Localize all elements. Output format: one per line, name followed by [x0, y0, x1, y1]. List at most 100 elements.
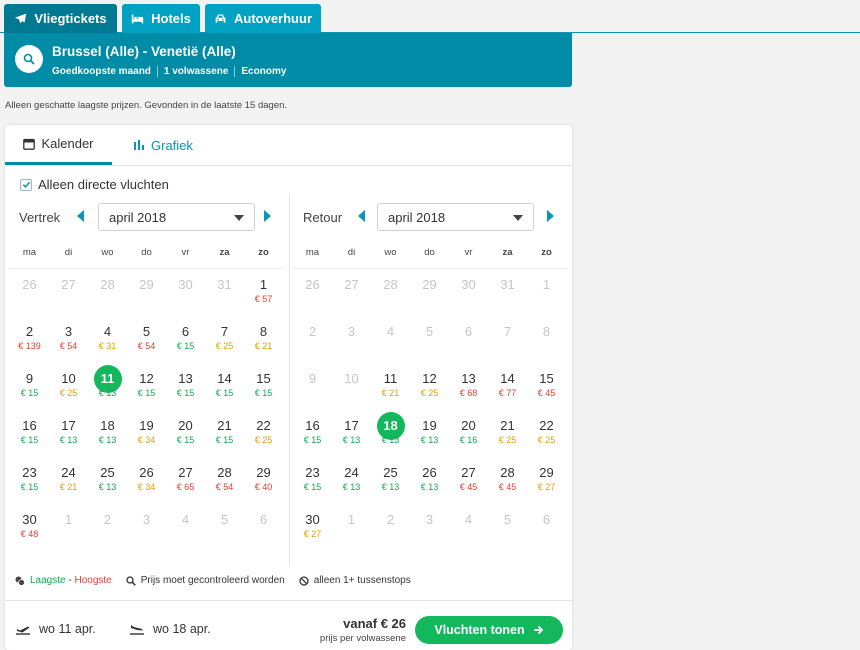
- calendar-day[interactable]: 29 € 40: [244, 457, 283, 504]
- search-button[interactable]: [15, 45, 43, 73]
- calendar-day[interactable]: 17 € 13: [332, 410, 371, 457]
- calendar-day[interactable]: 16 € 15: [293, 410, 332, 457]
- departure-label: Vertrek: [19, 209, 61, 225]
- calendar-day[interactable]: 17 € 13: [49, 410, 88, 457]
- route-title: Brussel (Alle) - Venetië (Alle): [52, 44, 236, 59]
- calendar-day[interactable]: 13 € 68: [449, 363, 488, 410]
- calendar-day[interactable]: 28 € 54: [205, 457, 244, 504]
- weekday-label: di: [347, 247, 356, 258]
- calendar-day[interactable]: 23 € 15: [293, 457, 332, 504]
- calendar-day[interactable]: 27 € 45: [449, 457, 488, 504]
- calendar-day: 27: [49, 269, 88, 316]
- calendar-day[interactable]: 16 € 15: [10, 410, 49, 457]
- calendar-day: 28: [88, 269, 127, 316]
- calendar-day[interactable]: 29 € 27: [527, 457, 566, 504]
- departure-next-month-arrow-icon[interactable]: [264, 210, 271, 222]
- show-flights-button[interactable]: Vluchten tonen: [415, 616, 563, 644]
- search-summary[interactable]: Brussel (Alle) - Venetië (Alle) Goedkoop…: [4, 33, 572, 87]
- calendar-day[interactable]: 26 € 34: [127, 457, 166, 504]
- departure-month-select[interactable]: april 2018: [98, 203, 255, 231]
- calendar-day[interactable]: 25 € 13: [371, 457, 410, 504]
- tab-calendar[interactable]: Kalender: [5, 125, 112, 165]
- calendar-day: 26: [293, 269, 332, 316]
- day-price: € 54: [59, 341, 78, 351]
- calendar-day[interactable]: 23 € 15: [10, 457, 49, 504]
- calendar-day[interactable]: 8 € 21: [244, 316, 283, 363]
- return-next-month-arrow-icon[interactable]: [547, 210, 554, 222]
- direct-flights-checkbox[interactable]: Alleen directe vluchten: [20, 177, 169, 192]
- legend-high: Hoogste: [74, 575, 112, 586]
- calendar-day[interactable]: 7 € 25: [205, 316, 244, 363]
- day-price: € 45: [459, 482, 478, 492]
- calendar-day[interactable]: 15 € 45: [527, 363, 566, 410]
- tab-flights[interactable]: Vliegtickets: [4, 4, 117, 33]
- calendar-day[interactable]: 11 € 21: [371, 363, 410, 410]
- calendar-day[interactable]: 24 € 13: [332, 457, 371, 504]
- calendar-day[interactable]: 9 € 15: [10, 363, 49, 410]
- weekday-label: za: [502, 247, 513, 258]
- calendar-day[interactable]: 1 € 57: [244, 269, 283, 316]
- calendar-day[interactable]: 3 € 54: [49, 316, 88, 363]
- calendar-day[interactable]: 20 € 15: [166, 410, 205, 457]
- calendar-day[interactable]: 12 € 25: [410, 363, 449, 410]
- return-month-select[interactable]: april 2018: [377, 203, 534, 231]
- calendar-day: 6: [527, 504, 566, 551]
- day-number: 30: [178, 277, 193, 292]
- weekday-label: zo: [258, 247, 269, 258]
- weekday-label: ma: [22, 247, 37, 258]
- tab-flights-label: Vliegtickets: [34, 11, 107, 26]
- price-notice: Alleen geschatte laagste prijzen. Gevond…: [5, 100, 288, 111]
- calendar-day[interactable]: 22 € 25: [244, 410, 283, 457]
- return-prev-month-arrow-icon[interactable]: [358, 210, 365, 222]
- calendar-day[interactable]: 6 € 15: [166, 316, 205, 363]
- calendar-day[interactable]: 20 € 16: [449, 410, 488, 457]
- calendar-day: 7: [488, 316, 527, 363]
- calendar-day[interactable]: 14 € 15: [205, 363, 244, 410]
- calendar-day[interactable]: 19 € 13: [410, 410, 449, 457]
- calendar-day[interactable]: 19 € 34: [127, 410, 166, 457]
- calendar-day[interactable]: 10 € 25: [49, 363, 88, 410]
- calendar-day-selected[interactable]: 18 € 13: [371, 410, 410, 457]
- day-price: € 13: [420, 435, 439, 445]
- calendar-day[interactable]: 27 € 65: [166, 457, 205, 504]
- plane-takeoff-icon: [16, 626, 30, 635]
- calendar-day[interactable]: 2 € 139: [10, 316, 49, 363]
- departure-prev-month-arrow-icon[interactable]: [77, 210, 84, 222]
- tab-hotels[interactable]: Hotels: [122, 4, 200, 33]
- calendar-day[interactable]: 25 € 13: [88, 457, 127, 504]
- calendar-day[interactable]: 28 € 45: [488, 457, 527, 504]
- day-number: 5: [425, 324, 434, 339]
- calendar-day[interactable]: 21 € 15: [205, 410, 244, 457]
- calendar-day[interactable]: 26 € 13: [410, 457, 449, 504]
- calendar-day: 30: [166, 269, 205, 316]
- checkbox-box[interactable]: [20, 178, 32, 191]
- calendar-day[interactable]: 14 € 77: [488, 363, 527, 410]
- day-price: € 15: [20, 388, 39, 398]
- calendar-day[interactable]: 30 € 48: [10, 504, 49, 551]
- tab-car-rental[interactable]: Autoverhuur: [205, 4, 321, 33]
- day-price: € 21: [381, 388, 400, 398]
- calendar-day[interactable]: 21 € 25: [488, 410, 527, 457]
- weekday-label: zo: [541, 247, 552, 258]
- calendar-day[interactable]: 4 € 31: [88, 316, 127, 363]
- day-price: € 15: [20, 435, 39, 445]
- show-flights-label: Vluchten tonen: [434, 623, 525, 637]
- weekday-label: wo: [384, 247, 397, 258]
- day-price: € 15: [20, 482, 39, 492]
- day-number: 5: [220, 512, 229, 527]
- calendar-day[interactable]: 22 € 25: [527, 410, 566, 457]
- calendar-day[interactable]: 18 € 13: [88, 410, 127, 457]
- calendar-day[interactable]: 12 € 15: [127, 363, 166, 410]
- day-number: 2: [386, 512, 395, 527]
- return-label: Retour: [303, 209, 343, 225]
- calendar-day[interactable]: 15 € 15: [244, 363, 283, 410]
- tab-chart[interactable]: Grafiek: [133, 125, 193, 165]
- calendar-day[interactable]: 30 € 27: [293, 504, 332, 551]
- calendar-day[interactable]: 5 € 54: [127, 316, 166, 363]
- calendar-day-selected[interactable]: 11 € 13: [88, 363, 127, 410]
- calendar-day: 29: [410, 269, 449, 316]
- calendar-day[interactable]: 24 € 21: [49, 457, 88, 504]
- calendar-week: 9 10 11 € 21 12 € 25 13 € 68 14 € 77 15 € 45: [293, 363, 566, 410]
- calendar-day[interactable]: 13 € 15: [166, 363, 205, 410]
- weekday-header: ma di wo do vr za zo: [293, 243, 566, 269]
